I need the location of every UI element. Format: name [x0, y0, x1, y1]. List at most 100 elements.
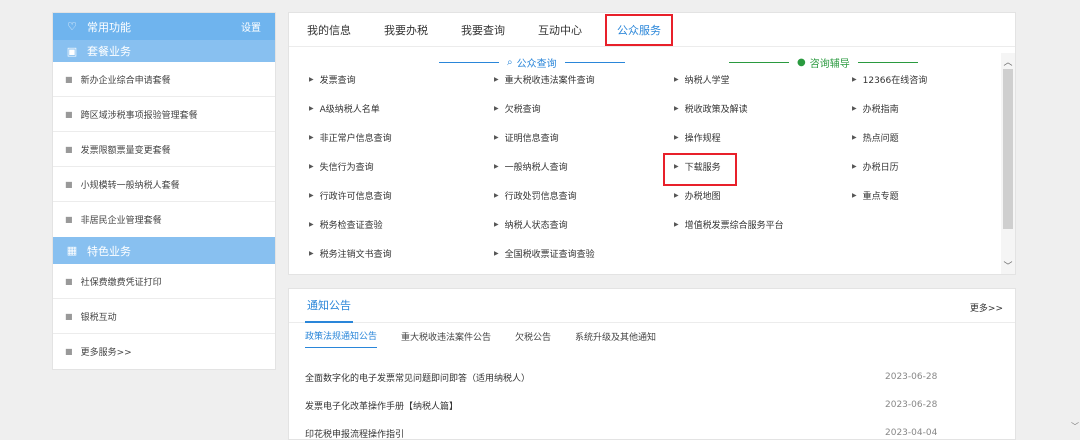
notice-item-title[interactable]: 印花税申报流程操作指引 [305, 427, 404, 440]
notice-header: 通知公告 更多>> [289, 289, 1015, 323]
chevron-up-icon[interactable]: ︿ [1001, 55, 1015, 68]
panel-scrollbar[interactable]: ︿ ﹀ [1001, 53, 1015, 274]
special-title: 特色业务 [87, 244, 131, 258]
sidebar-item[interactable]: ■ 小规模转一般纳税人套餐 [53, 167, 275, 202]
service-link[interactable]: ▶ 12366在线咨询 [852, 73, 927, 86]
sidebar-item[interactable]: ■ 跨区域涉税事项报验管理套餐 [53, 97, 275, 132]
notice-title[interactable]: 通知公告 [305, 289, 353, 323]
notice-panel: 通知公告 更多>> 政策法规通知公告 重大税收违法案件公告 欠税公告 系统升级及… [288, 288, 1016, 440]
triangle-right-icon: ▶ [309, 250, 314, 257]
chevron-down-icon[interactable]: ﹀ [1001, 259, 1015, 272]
divider [564, 62, 625, 63]
briefcase-icon: ▣ [66, 44, 78, 58]
special-header[interactable]: ▦ 特色业务 [53, 237, 275, 264]
page-scrollbar[interactable]: ﹀ [1070, 0, 1080, 440]
sidebar-item[interactable]: ■ 新办企业综合申请套餐 [53, 62, 275, 97]
triangle-right-icon: ▶ [494, 221, 499, 228]
subtab-arrears[interactable]: 欠税公告 [515, 325, 551, 348]
scrollbar-thumb[interactable] [1003, 69, 1013, 229]
bullet-icon: ■ [65, 215, 73, 224]
tab-my-info[interactable]: 我的信息 [307, 18, 351, 42]
service-link[interactable]: ▶ 一般纳税人查询 [494, 160, 568, 173]
triangle-right-icon: ▶ [309, 105, 314, 112]
service-link[interactable]: ▶ 重大税收违法案件查询 [494, 73, 595, 86]
divider [439, 62, 499, 63]
settings-link[interactable]: 设置 [241, 19, 261, 34]
notice-item-title[interactable]: 发票电子化改革操作手册【纳税人篇】 [305, 399, 458, 412]
notice-subtabs: 政策法规通知公告 重大税收违法案件公告 欠税公告 系统升级及其他通知 [289, 323, 1015, 349]
triangle-right-icon: ▶ [309, 134, 314, 141]
subtab-policy[interactable]: 政策法规通知公告 [305, 324, 378, 348]
service-link[interactable]: ▶ 行政处罚信息查询 [494, 189, 577, 202]
service-link[interactable]: ▶ 增值税发票综合服务平台 [674, 218, 784, 231]
service-link[interactable]: ▶ 证明信息查询 [494, 131, 559, 144]
list-item[interactable]: 发票电子化改革操作手册【纳税人篇】 2023-06-28 [289, 391, 1015, 419]
bullet-icon: ■ [65, 311, 73, 321]
list-item[interactable]: 印花税申报流程操作指引 2023-04-04 [289, 419, 1015, 440]
tab-public-service[interactable]: 公众服务 [605, 13, 673, 46]
triangle-right-icon: ▶ [494, 134, 499, 141]
service-link[interactable]: ▶ 纳税人学堂 [674, 73, 730, 86]
grid-icon: ▦ [66, 244, 78, 257]
subtab-violation[interactable]: 重大税收违法案件公告 [401, 325, 491, 348]
service-link[interactable]: ▶ 税收政策及解读 [674, 102, 748, 115]
service-link[interactable]: ▶ 行政许可信息查询 [309, 189, 392, 202]
service-link[interactable]: ▶ 全国税收票证查询查验 [494, 247, 595, 260]
service-link[interactable]: ▶ 税务注销文书查询 [309, 247, 392, 260]
service-link-label: 非正常户信息查询 [319, 134, 392, 144]
sidebar-item[interactable]: ■ 银税互动 [53, 299, 275, 334]
triangle-right-icon: ▶ [494, 76, 499, 83]
triangle-right-icon: ▶ [309, 163, 314, 170]
sidebar-item[interactable]: ■ 非居民企业管理套餐 [53, 202, 275, 237]
service-link[interactable]: ▶ 税务检查证查验 [309, 218, 383, 231]
tab-query[interactable]: 我要查询 [461, 18, 505, 42]
list-item[interactable]: 全面数字化的电子发票常见问题即问即答（适用纳税人） 2023-06-28 [289, 363, 1015, 391]
tab-tax-handling[interactable]: 我要办税 [384, 18, 428, 42]
service-link-label: 欠税查询 [504, 105, 541, 115]
service-link-label: A级纳税人名单 [319, 105, 380, 115]
subtab-system[interactable]: 系统升级及其他通知 [575, 325, 656, 348]
triangle-right-icon: ▶ [852, 105, 857, 112]
tab-interaction[interactable]: 互动中心 [538, 18, 582, 42]
left-sidebar: ♡ 常用功能 设置 ▣ 套餐业务 ■ 新办企业综合申请套餐 ■ 跨区域涉税事项报验管… [52, 12, 276, 370]
main-tabs: 我的信息 我要办税 我要查询 互动中心 公众服务 [289, 13, 1015, 47]
common-functions-title: 常用功能 [87, 20, 131, 34]
triangle-right-icon: ▶ [852, 163, 857, 170]
notice-item-title[interactable]: 全面数字化的电子发票常见问题即问即答（适用纳税人） [305, 371, 530, 384]
bullet-icon: ■ [65, 74, 73, 84]
sidebar-item-label: 新办企业综合申请套餐 [80, 75, 171, 86]
more-services-link[interactable]: ■ 更多服务>> [53, 334, 275, 369]
service-link-label: 增值税发票综合服务平台 [684, 221, 784, 231]
package-title: 套餐业务 [87, 45, 131, 58]
service-link[interactable]: ▶ 欠税查询 [494, 102, 541, 115]
services-panel: 我的信息 我要办税 我要查询 互动中心 公众服务 ⌕ 公众查询 ● 咨询辅导 ▶… [288, 12, 1016, 275]
service-link-label: 操作规程 [684, 134, 721, 144]
service-link[interactable]: ▶ 纳税人状态查询 [494, 218, 568, 231]
service-link-label: 重大税收违法案件查询 [504, 76, 595, 86]
public-query-label: 公众查询 [516, 59, 557, 70]
sidebar-item[interactable]: ■ 发票限额票量变更套餐 [53, 132, 275, 167]
triangle-right-icon: ▶ [309, 192, 314, 199]
service-link[interactable]: ▶ 发票查询 [309, 73, 356, 86]
service-link[interactable]: ▶ 办税日历 [852, 160, 899, 173]
more-link[interactable]: 更多>> [970, 301, 1003, 314]
chevron-down-icon[interactable]: ﹀ [1070, 421, 1080, 432]
service-link[interactable]: ▶ A级纳税人名单 [309, 102, 380, 115]
service-link[interactable]: ▶ 办税地图 [674, 189, 721, 202]
sidebar-item[interactable]: ■ 社保费缴费凭证打印 [53, 264, 275, 299]
common-functions-header[interactable]: ♡ 常用功能 设置 [53, 13, 275, 40]
service-link[interactable]: ▶ 重点专题 [852, 189, 899, 202]
service-link[interactable]: ▶ 失信行为查询 [309, 160, 374, 173]
chat-icon: ● [797, 57, 806, 68]
service-link-label: 纳税人学堂 [684, 76, 730, 86]
service-link[interactable]: ▶ 操作规程 [674, 131, 721, 144]
bullet-icon: ■ [65, 109, 73, 119]
service-link[interactable]: ▶ 热点问题 [852, 131, 899, 144]
service-link[interactable]: ▶ 非正常户信息查询 [309, 131, 392, 144]
package-header[interactable]: ▣ 套餐业务 [53, 40, 275, 62]
service-link-label: 纳税人状态查询 [504, 221, 568, 231]
sidebar-item-label: 小规模转一般纳税人套餐 [80, 180, 180, 191]
notice-list: 全面数字化的电子发票常见问题即问即答（适用纳税人） 2023-06-28 发票电子… [289, 363, 1015, 440]
service-link[interactable]: ▶ 办税指南 [852, 102, 899, 115]
sidebar-item-label: 社保费缴费凭证打印 [80, 277, 162, 288]
